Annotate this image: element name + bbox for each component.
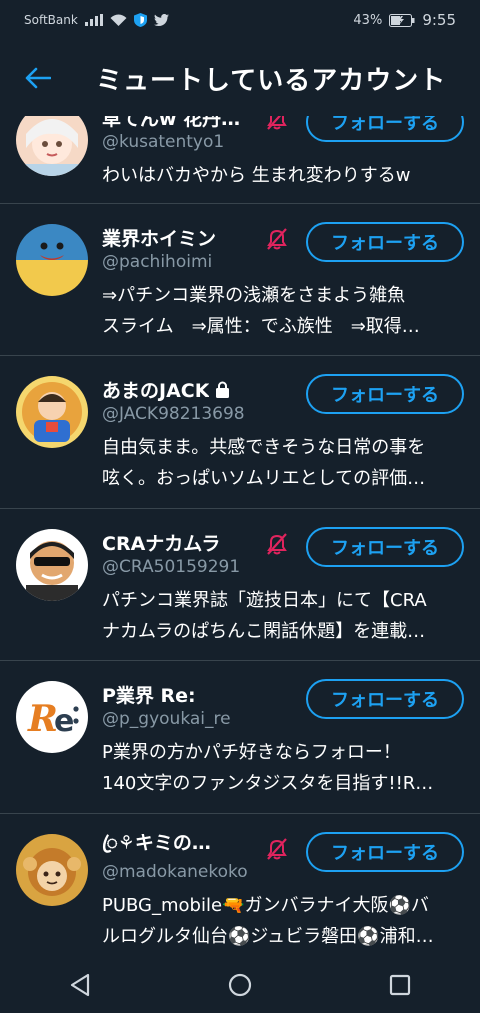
bio-line: 140文字のファンタジスタを目指す!!R… [102, 773, 434, 794]
bio: PUBG_mobile🔫ガンバラナイ大阪⚽バ ルログルタ仙台⚽ジュビラ磐田⚽浦和… [102, 890, 464, 952]
bio: 自由気まま。共感できそうな日常の事を 呟く。おっぱいソムリエとしての評価… [102, 432, 464, 494]
name-line: あまのJACK [102, 376, 258, 402]
follow-button[interactable]: フォローする [306, 222, 464, 262]
display-name: P業界 Re: [102, 684, 196, 707]
bell-slash-icon [267, 228, 287, 250]
unmute-button[interactable] [262, 224, 292, 254]
bio: パチンコ業界誌「遊技日本」にて【CRA ナカムラのぱちんこ閑話休題】を連載… [102, 585, 464, 647]
username: @CRA50159291 [102, 557, 241, 577]
name-line: CRAナカムラ [102, 529, 258, 555]
username: @madokanekoko [102, 862, 248, 882]
bio: わいはバカやから 生まれ変わりするw [102, 160, 464, 191]
account-row[interactable]: CRAナカムラ @CRA50159291 パチンコ業界誌「遊技日本」にて【CRA… [0, 509, 480, 661]
display-name: 業界ホイミン [102, 227, 217, 250]
bio: P業界の方かパチ好きならフォロー！ 140文字のファンタジスタを目指す!!R… [102, 737, 464, 799]
account-row[interactable]: あまのJACK @JACK98213698 自由気まま。共感できそうな日常の事を… [0, 356, 480, 509]
unmute-button[interactable] [262, 116, 292, 134]
display-name: 草てんw 花丹… [102, 116, 241, 130]
system-navigation-bar [0, 957, 480, 1013]
display-name: あまのJACK [102, 379, 210, 402]
account-row[interactable]: Re P業界 Re: @p_gyoukai_re P業界の方かパチ好きならフォロ… [0, 661, 480, 814]
bio-line: ルログルタ仙台⚽ジュビラ磐田⚽浦和… [102, 926, 434, 947]
battery-percent: 43% [353, 12, 383, 28]
nav-home-button[interactable] [210, 957, 270, 1013]
account-row[interactable]: 業界ホイミン @pachihoimi ⇒パチンコ業界の浅瀬をさまよう雑魚 スライ… [0, 204, 480, 356]
account-row[interactable]: 草てんw 花丹… @kusatentyo1 わいはバカやから 生まれ変わりするw… [0, 116, 480, 204]
bio-line: ナカムラのぱちんこ閑話休題】を連載… [102, 621, 426, 642]
follow-button[interactable]: フォローする [306, 374, 464, 414]
square-recent-icon [389, 974, 411, 996]
avatar[interactable] [16, 529, 88, 601]
status-bar: SoftBank 43% 9:55 [0, 0, 480, 40]
username: @p_gyoukai_re [102, 709, 231, 729]
bell-slash-icon [267, 838, 287, 860]
bio-line: 自由気まま。共感できそうな日常の事を [102, 437, 426, 458]
username: @JACK98213698 [102, 404, 245, 424]
name-line: ꦿ⚘キミの… [102, 834, 258, 860]
avatar[interactable] [16, 116, 88, 176]
bio-line: わいはバカやから 生まれ変わりするw [102, 165, 411, 186]
bio: ⇒パチンコ業界の浅瀬をさまよう雑魚 スライム ⇒属性：でふ族性 ⇒取得… [102, 280, 464, 342]
username: @kusatentyo1 [102, 132, 225, 152]
bio-line: スライム ⇒属性：でふ族性 ⇒取得… [102, 316, 420, 337]
bio-line: ⇒パチンコ業界の浅瀬をさまよう雑魚 [102, 285, 406, 306]
signal-icon [84, 14, 103, 26]
nav-back-button[interactable] [50, 957, 110, 1013]
back-button[interactable] [16, 56, 60, 100]
avatar[interactable] [16, 224, 88, 296]
follow-button[interactable]: フォローする [306, 116, 464, 142]
avatar[interactable] [16, 376, 88, 448]
clock: 9:55 [422, 11, 456, 29]
display-name: CRAナカムラ [102, 532, 221, 555]
bio-line: 呟く。おっぱいソムリエとしての評価… [102, 468, 426, 489]
name-line: 草てんw 花丹… [102, 116, 258, 130]
twitter-bird-icon [153, 14, 169, 26]
circle-home-icon [228, 973, 252, 997]
username: @pachihoimi [102, 252, 213, 272]
nav-recent-button[interactable] [370, 957, 430, 1013]
battery-icon [389, 13, 415, 27]
display-name: ꦿ⚘キミの… [102, 834, 211, 854]
muted-accounts-list: 草てんw 花丹… @kusatentyo1 わいはバカやから 生まれ変わりするw… [0, 116, 480, 957]
bio-line: P業界の方かパチ好きならフォロー！ [102, 742, 401, 763]
svg-text:e: e [54, 704, 74, 739]
bell-slash-icon [267, 116, 287, 130]
page-title: ミュートしているアカウント [96, 65, 447, 96]
shield-icon [133, 13, 147, 27]
bio-line: PUBG_mobile🔫ガンバラナイ大阪⚽バ [102, 895, 429, 916]
avatar[interactable]: Re [16, 681, 88, 753]
bell-slash-icon [267, 533, 287, 555]
unmute-button[interactable] [262, 834, 292, 864]
follow-button[interactable]: フォローする [306, 832, 464, 872]
arrow-left-icon [25, 67, 51, 89]
triangle-back-icon [70, 973, 90, 997]
unmute-button[interactable] [262, 529, 292, 559]
lock-icon [216, 381, 230, 398]
name-line: 業界ホイミン [102, 224, 258, 250]
follow-button[interactable]: フォローする [306, 679, 464, 719]
avatar[interactable] [16, 834, 88, 906]
bio-line: パチンコ業界誌「遊技日本」にて【CRA [102, 590, 427, 611]
follow-button[interactable]: フォローする [306, 527, 464, 567]
wifi-icon [110, 14, 127, 27]
top-app-bar: ミュートしているアカウント [0, 40, 480, 116]
account-row[interactable]: ꦿ⚘キミの… @madokanekoko PUBG_mobile🔫ガンバラナイ大… [0, 814, 480, 957]
name-line: P業界 Re: [102, 681, 258, 707]
carrier-label: SoftBank [24, 13, 78, 27]
